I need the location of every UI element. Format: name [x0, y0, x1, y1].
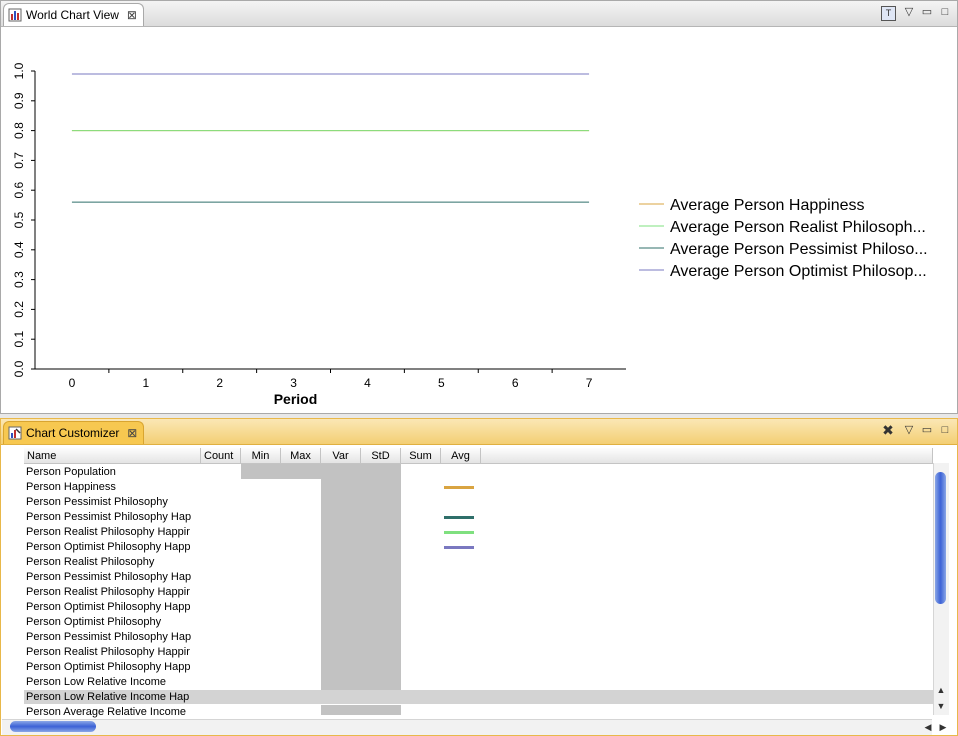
table-row[interactable]: Person Optimist Philosophy Happ — [26, 540, 200, 555]
table-row[interactable]: Person Optimist Philosophy Happ — [26, 600, 200, 615]
column-header-sum[interactable]: Sum — [401, 448, 441, 464]
tab-title: Chart Customizer — [26, 426, 120, 440]
table-row[interactable]: Person Optimist Philosophy Happ — [26, 660, 200, 675]
x-tick-label: 6 — [512, 376, 519, 390]
x-tick-label: 1 — [142, 376, 149, 390]
x-axis-label: Period — [274, 391, 318, 407]
line-chart: 0.0 0.1 0.2 0.3 0.4 0.5 0.6 0.7 0.8 0.9 1.0 0 1 2 3 4 5 6… — [12, 62, 928, 407]
x-tick-label: 0 — [69, 376, 76, 390]
bar-chart-icon — [8, 8, 22, 22]
y-tick-label: 0.2 — [12, 301, 26, 318]
column-header-avg[interactable]: Avg — [441, 448, 481, 464]
text-toggle-icon[interactable]: T — [881, 6, 896, 21]
legend-entry: Average Person Optimist Philosop... — [670, 263, 927, 280]
table-row[interactable]: Person Pessimist Philosophy Hap — [26, 570, 200, 585]
legend-entry: Average Person Happiness — [670, 197, 865, 214]
avg-color-swatch[interactable] — [444, 531, 474, 534]
y-tick-label: 1.0 — [12, 62, 26, 79]
horizontal-scroll-thumb[interactable] — [10, 721, 96, 732]
column-header-count[interactable]: Count — [201, 448, 241, 464]
tab-chart-customizer[interactable]: Chart Customizer ⊠ — [3, 421, 145, 444]
scroll-right-arrow-icon[interactable]: ▶ — [937, 722, 949, 733]
tab-title: World Chart View — [26, 8, 119, 22]
y-tick-label: 0.5 — [12, 211, 26, 228]
x-tick-label: 4 — [364, 376, 371, 390]
world-chart-view: World Chart View ⊠ T ▽ ▭ □ 0.0 0.1 0.2 0.3 0… — [0, 0, 958, 414]
y-tick-label: 0.1 — [12, 331, 26, 348]
y-tick-label: 0.9 — [12, 92, 26, 109]
scroll-up-arrow-icon[interactable]: ▲ — [935, 685, 947, 695]
view-menu-icon[interactable]: ▽ — [902, 4, 916, 20]
table-row[interactable]: Person Low Relative Income Hap — [26, 690, 200, 705]
x-tick-label: 2 — [216, 376, 223, 390]
table-row[interactable]: Person Pessimist Philosophy — [26, 495, 200, 510]
legend-entry: Average Person Pessimist Philoso... — [670, 241, 928, 258]
column-header-max[interactable]: Max — [281, 448, 321, 464]
y-tick-label: 0.6 — [12, 182, 26, 199]
close-icon[interactable]: ⊠ — [127, 422, 137, 444]
table-row[interactable]: Person Optimist Philosophy — [26, 615, 200, 630]
table-row[interactable]: Person Realist Philosophy — [26, 555, 200, 570]
column-header-var[interactable]: Var — [321, 448, 361, 464]
table-row[interactable]: Person Low Relative Income — [26, 675, 200, 690]
minimize-icon[interactable]: ▭ — [920, 4, 934, 20]
avg-color-swatch[interactable] — [444, 486, 474, 489]
vertical-scroll-thumb[interactable] — [935, 472, 946, 604]
disabled-cells-var-std-bottom — [321, 705, 401, 715]
table-row[interactable]: Person Population — [26, 465, 200, 480]
y-tick-label: 0.8 — [12, 122, 26, 139]
disabled-cells-min-max — [241, 464, 321, 479]
chart-customize-icon — [8, 426, 22, 440]
close-icon[interactable]: ⊠ — [127, 4, 137, 26]
view-menu-icon[interactable]: ▽ — [902, 422, 916, 438]
column-header-min[interactable]: Min — [241, 448, 281, 464]
column-header-name[interactable]: Name — [24, 448, 201, 464]
clear-icon[interactable]: ✖ — [881, 422, 895, 438]
disabled-cells-var-std — [321, 464, 401, 690]
y-tick-label: 0.0 — [12, 360, 26, 377]
y-tick-label: 0.7 — [12, 152, 26, 169]
maximize-icon[interactable]: □ — [938, 4, 952, 20]
column-header-std[interactable]: StD — [361, 448, 401, 464]
table-row[interactable]: Person Realist Philosophy Happir — [26, 525, 200, 540]
customizer-tabbar: Chart Customizer ⊠ — [1, 419, 957, 445]
maximize-icon[interactable]: □ — [938, 422, 952, 438]
table-row[interactable]: Person Pessimist Philosophy Hap — [26, 510, 200, 525]
x-tick-label: 7 — [586, 376, 593, 390]
legend-entry: Average Person Realist Philosoph... — [670, 219, 926, 236]
avg-color-swatch[interactable] — [444, 546, 474, 549]
horizontal-scrollbar[interactable] — [2, 719, 932, 735]
table-row[interactable]: Person Average Relative Income — [26, 705, 200, 720]
scroll-left-arrow-icon[interactable]: ◀ — [922, 722, 934, 733]
tab-world-chart-view[interactable]: World Chart View ⊠ — [3, 3, 144, 26]
x-tick-label: 5 — [438, 376, 445, 390]
x-tick-label: 3 — [290, 376, 297, 390]
column-header-filler — [481, 448, 933, 464]
table-row[interactable]: Person Happiness — [26, 480, 200, 495]
y-tick-label: 0.4 — [12, 241, 26, 258]
table-row[interactable]: Person Pessimist Philosophy Hap — [26, 630, 200, 645]
table-row[interactable]: Person Realist Philosophy Happir — [26, 585, 200, 600]
y-tick-label: 0.3 — [12, 271, 26, 288]
table-row[interactable]: Person Realist Philosophy Happir — [26, 645, 200, 660]
scroll-down-arrow-icon[interactable]: ▼ — [935, 701, 947, 711]
minimize-icon[interactable]: ▭ — [920, 422, 934, 438]
avg-color-swatch[interactable] — [444, 516, 474, 519]
chart-view-tabbar: World Chart View ⊠ — [1, 1, 957, 27]
